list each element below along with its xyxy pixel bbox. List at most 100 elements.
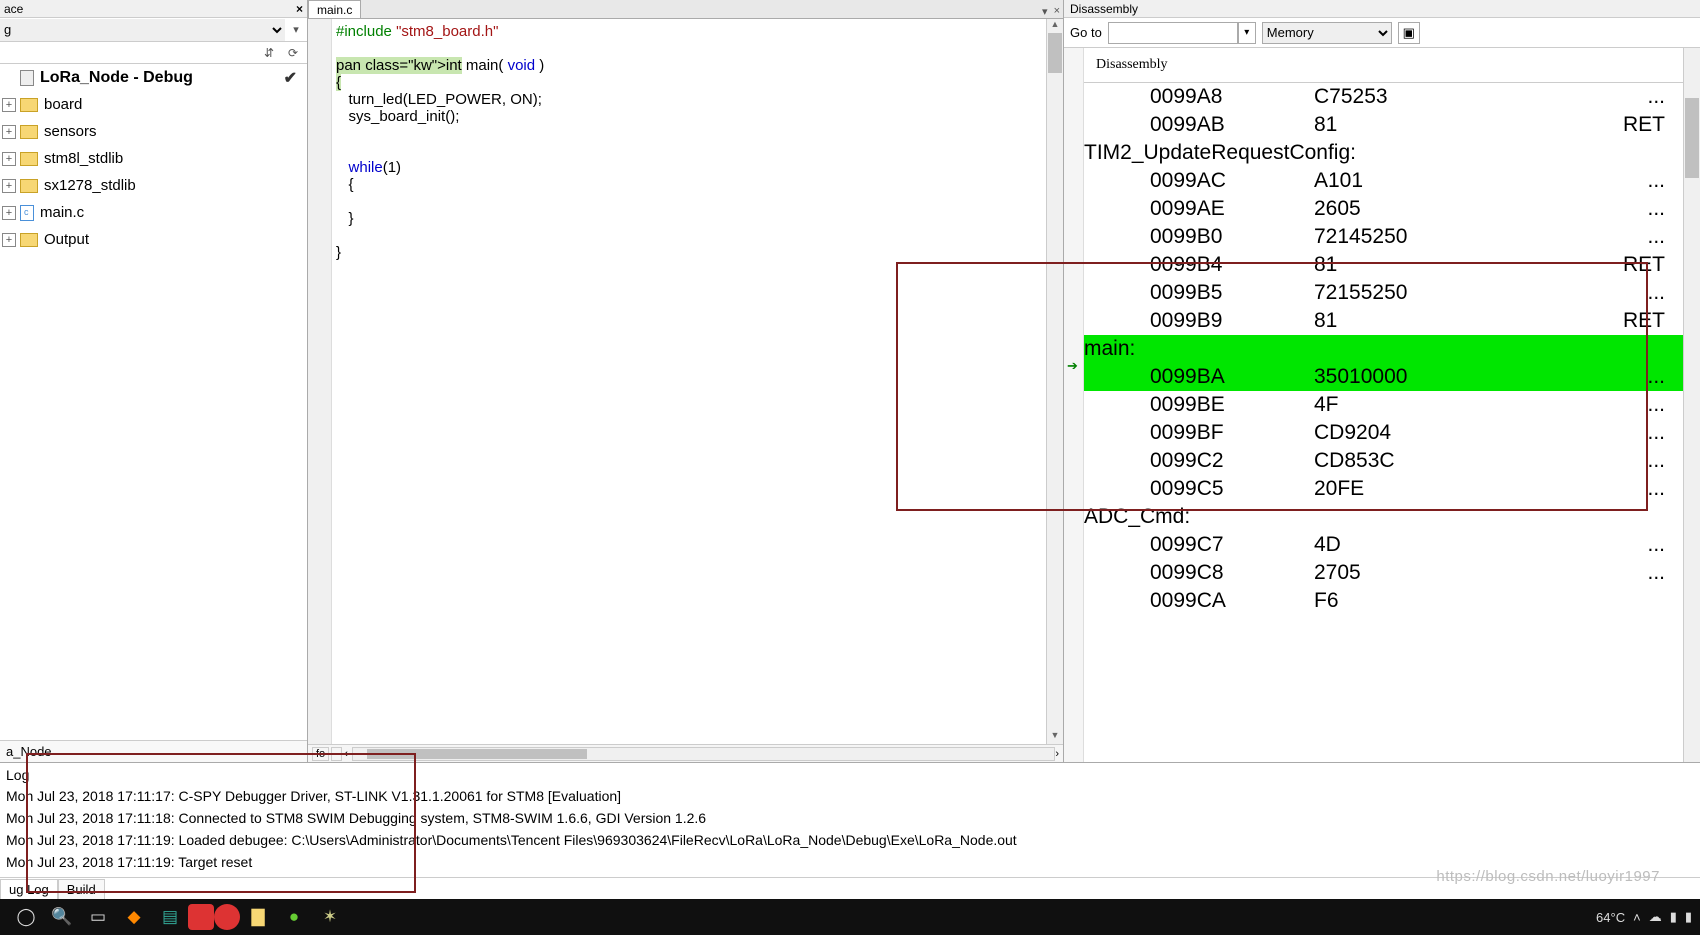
- disassembly-column-header: Disassembly: [1084, 48, 1683, 83]
- app-icon[interactable]: ◆: [116, 902, 152, 932]
- disasm-row[interactable]: 0099AE2605...: [1084, 195, 1683, 223]
- chevron-left-icon[interactable]: ‹: [344, 748, 348, 760]
- disasm-row[interactable]: 0099CAF6: [1084, 587, 1683, 615]
- editor-scrollbar-h[interactable]: [352, 747, 1055, 761]
- disasm-row[interactable]: 0099A8C75253...: [1084, 83, 1683, 111]
- tree-item[interactable]: + stm8l_stdlib: [0, 145, 307, 172]
- refresh-icon[interactable]: ⟳: [283, 46, 303, 60]
- taskview-icon[interactable]: ▭: [80, 902, 116, 932]
- disasm-row[interactable]: 0099BA35010000...: [1084, 363, 1683, 391]
- expand-icon[interactable]: +: [2, 152, 16, 166]
- tree-item-label: sensors: [44, 123, 97, 140]
- temperature[interactable]: 64°C: [1596, 910, 1625, 925]
- editor-panel: main.c ▾ × #include "stm8_board.h" pan c…: [308, 0, 1064, 762]
- disasm-row[interactable]: ADC_Cmd:: [1084, 503, 1683, 531]
- disasm-row[interactable]: 0099C520FE...: [1084, 475, 1683, 503]
- chevron-down-icon[interactable]: ▾: [1238, 22, 1256, 44]
- disasm-row[interactable]: 0099C82705...: [1084, 559, 1683, 587]
- disasm-row[interactable]: 0099B481RET: [1084, 251, 1683, 279]
- disasm-row[interactable]: main:: [1084, 335, 1683, 363]
- expand-icon[interactable]: +: [2, 206, 16, 220]
- project-icon: [20, 70, 34, 86]
- expand-icon[interactable]: +: [2, 179, 16, 193]
- editor-scrollbar-v[interactable]: ▲ ▼: [1046, 19, 1063, 744]
- disasm-row[interactable]: 0099AB81RET: [1084, 111, 1683, 139]
- collapse-icon[interactable]: ⇵: [259, 46, 279, 60]
- code-editor[interactable]: #include "stm8_board.h" pan class="kw">i…: [332, 19, 1046, 744]
- disassembly-list[interactable]: Disassembly 0099A8C75253...0099AB81RETTI…: [1084, 48, 1683, 762]
- project-root[interactable]: LoRa_Node - Debug ✔: [0, 64, 307, 91]
- disasm-row[interactable]: 0099BE4F...: [1084, 391, 1683, 419]
- tree-item-label: stm8l_stdlib: [44, 150, 123, 167]
- log-line: Mon Jul 23, 2018 17:11:19: Target reset: [6, 851, 1694, 873]
- current-line-arrow-icon: ➔: [1067, 358, 1078, 374]
- folder-icon: [20, 152, 38, 166]
- tree-item[interactable]: + main.c: [0, 199, 307, 226]
- close-icon[interactable]: ×: [296, 2, 303, 16]
- goto-input[interactable]: [1108, 22, 1238, 44]
- chevron-down-icon[interactable]: ▾: [285, 23, 307, 36]
- memory-dropdown[interactable]: Memory: [1262, 22, 1392, 44]
- editor-status-box[interactable]: [331, 747, 342, 761]
- tree-item[interactable]: + board: [0, 91, 307, 118]
- tree-item[interactable]: + sensors: [0, 118, 307, 145]
- project-tree: LoRa_Node - Debug ✔ + board + sensors + stm8l…: [0, 64, 307, 740]
- tab-debug-log[interactable]: ug Log: [0, 879, 58, 899]
- tab-build[interactable]: Build: [58, 879, 105, 899]
- taskbar: ◯ 🔍 ▭ ◆ ▤ ▇ ● ✶ 64°C ˄ ☁ ▮ ▮: [0, 899, 1700, 935]
- folder-icon[interactable]: ▇: [240, 902, 276, 932]
- c-file-icon: [20, 205, 34, 221]
- disasm-row[interactable]: 0099B572155250...: [1084, 279, 1683, 307]
- disasm-row[interactable]: TIM2_UpdateRequestConfig:: [1084, 139, 1683, 167]
- disasm-row[interactable]: 0099B072145250...: [1084, 223, 1683, 251]
- check-icon: ✔: [284, 68, 297, 88]
- tree-item-label: board: [44, 96, 82, 113]
- app-icon[interactable]: [214, 904, 240, 930]
- expand-icon[interactable]: +: [2, 98, 16, 112]
- workspace-config-dropdown[interactable]: g: [0, 19, 285, 41]
- disassembly-gutter: ➔: [1064, 48, 1084, 762]
- disasm-row[interactable]: 0099C2CD853C...: [1084, 447, 1683, 475]
- toggle-mixed-button[interactable]: ▣: [1398, 22, 1420, 44]
- tab-dropdown-icon[interactable]: ▾: [1039, 5, 1051, 18]
- tree-item[interactable]: +Output: [0, 226, 307, 253]
- tree-item[interactable]: + sx1278_stdlib: [0, 172, 307, 199]
- tree-item-label: main.c: [40, 204, 84, 221]
- folder-icon: [20, 98, 38, 112]
- tab-close-icon[interactable]: ×: [1051, 5, 1063, 18]
- tray-icon[interactable]: ▮: [1685, 909, 1692, 925]
- folder-icon: [20, 179, 38, 193]
- search-icon[interactable]: 🔍: [44, 902, 80, 932]
- app-icon[interactable]: ▤: [152, 902, 188, 932]
- disassembly-panel: Disassembly Go to ▾ Memory ▣ ➔ Disassemb…: [1064, 0, 1700, 762]
- disasm-row[interactable]: 0099BFCD9204...: [1084, 419, 1683, 447]
- folder-icon: [20, 233, 38, 247]
- goto-label: Go to: [1070, 25, 1102, 40]
- log-body[interactable]: Mon Jul 23, 2018 17:11:17: C-SPY Debugge…: [0, 785, 1700, 877]
- disasm-row[interactable]: 0099B981RET: [1084, 307, 1683, 335]
- cloud-icon[interactable]: ☁: [1649, 909, 1662, 925]
- tree-item-label: sx1278_stdlib: [44, 177, 136, 194]
- disasm-row[interactable]: 0099C74D...: [1084, 531, 1683, 559]
- log-panel: Log Mon Jul 23, 2018 17:11:17: C-SPY Deb…: [0, 762, 1700, 899]
- start-icon[interactable]: ◯: [8, 902, 44, 932]
- tray-chevron-icon[interactable]: ˄: [1633, 910, 1641, 925]
- log-line: Mon Jul 23, 2018 17:11:17: C-SPY Debugge…: [6, 785, 1694, 807]
- project-name: LoRa_Node - Debug: [40, 69, 193, 87]
- app-icon[interactable]: ●: [276, 902, 312, 932]
- expand-icon[interactable]: +: [2, 233, 16, 247]
- chevron-right-icon[interactable]: ›: [1055, 748, 1059, 760]
- app-icon[interactable]: ✶: [312, 902, 348, 932]
- log-header: Log: [0, 763, 1700, 785]
- workspace-bottom-tab[interactable]: a_Node: [0, 740, 307, 762]
- editor-tab-main[interactable]: main.c: [308, 0, 361, 18]
- app-icon[interactable]: [188, 904, 214, 930]
- tray-icon[interactable]: ▮: [1670, 909, 1677, 925]
- disassembly-scrollbar-v[interactable]: [1683, 48, 1700, 762]
- editor-status-fo[interactable]: fo: [312, 747, 329, 761]
- workspace-titlebar: ace ×: [0, 0, 307, 18]
- log-line: Mon Jul 23, 2018 17:11:18: Connected to …: [6, 807, 1694, 829]
- log-line: Mon Jul 23, 2018 17:11:19: Loaded debuge…: [6, 829, 1694, 851]
- expand-icon[interactable]: +: [2, 125, 16, 139]
- disasm-row[interactable]: 0099ACA101...: [1084, 167, 1683, 195]
